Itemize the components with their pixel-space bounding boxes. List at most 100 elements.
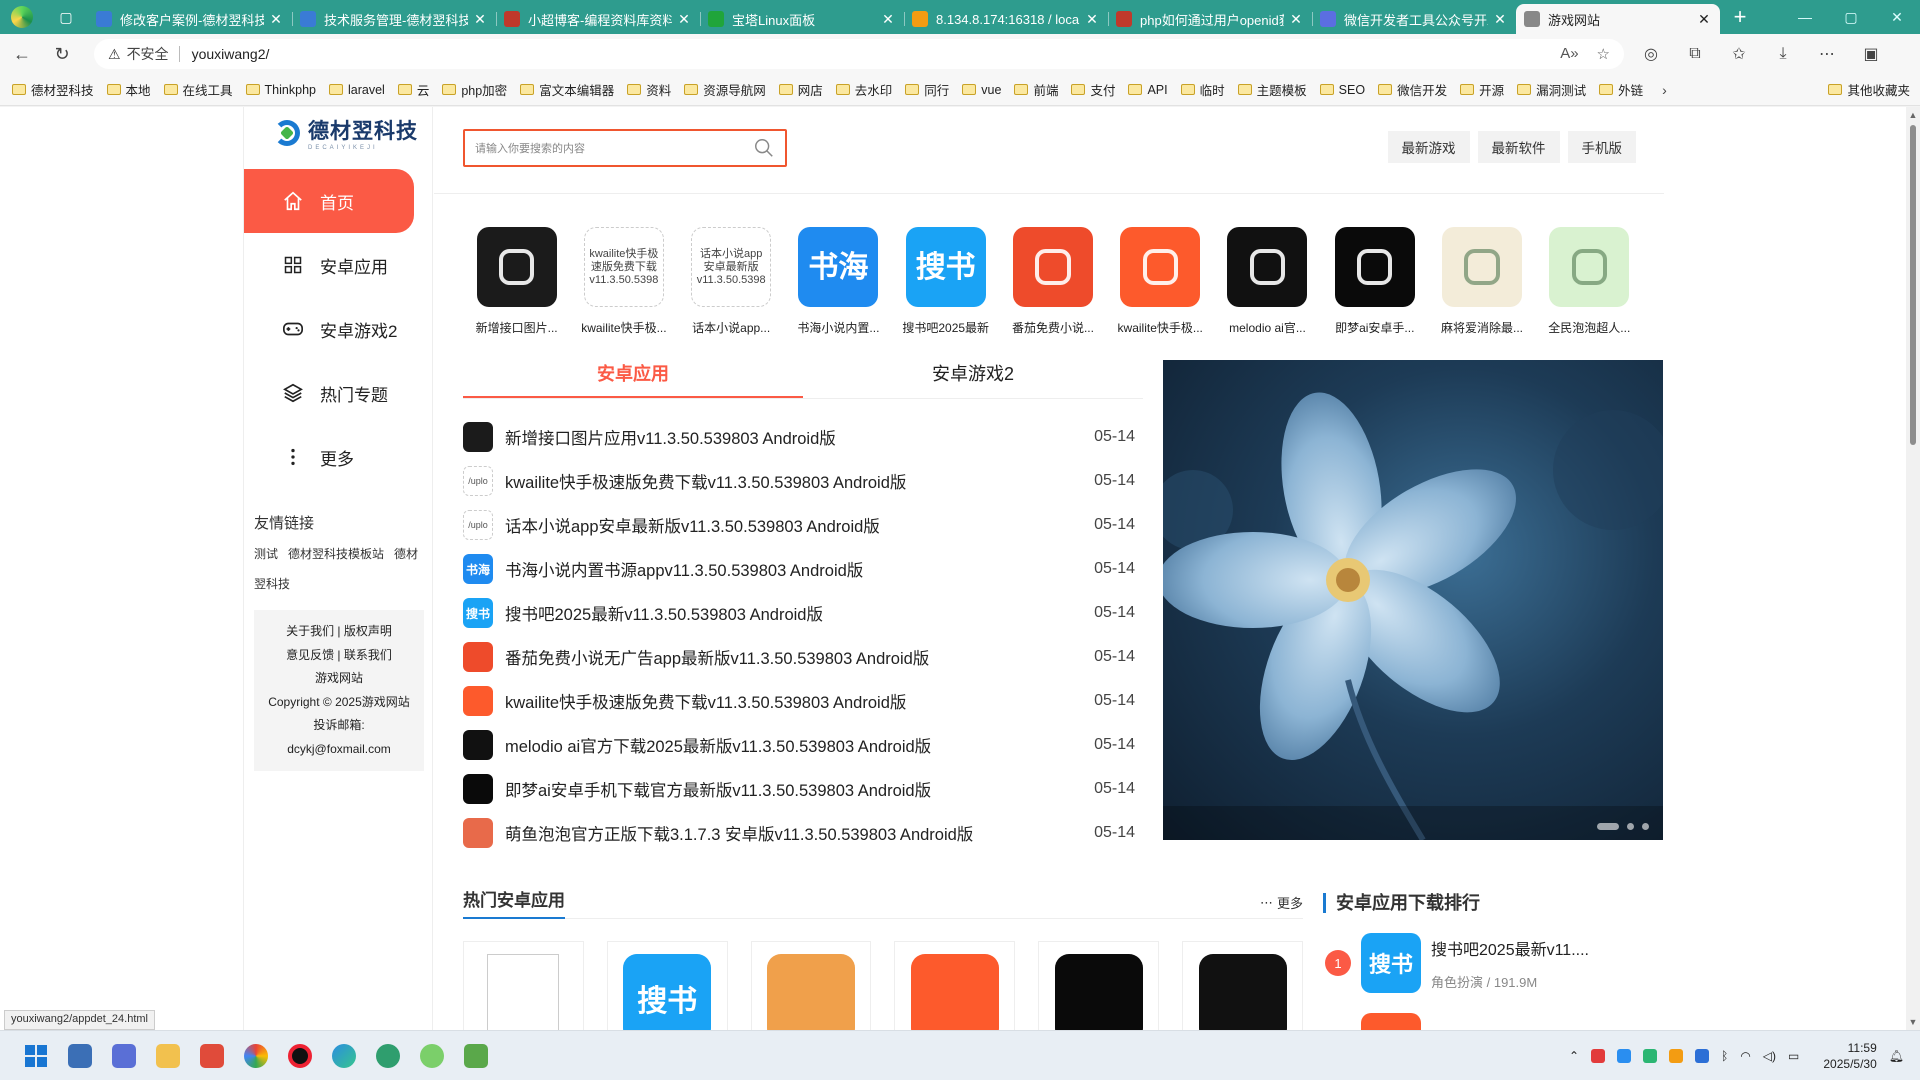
bookmark-folder[interactable]: 资源导航网 (684, 80, 766, 99)
bookmarks-overflow-icon[interactable]: › (1662, 82, 1667, 98)
featured-app[interactable]: 搜书 搜书吧2025最新 (892, 227, 999, 336)
bookmark-folder[interactable]: 本地 (106, 80, 151, 99)
bookmark-folder[interactable]: 网店 (778, 80, 823, 99)
featured-app[interactable]: 新增接口图片... (463, 227, 570, 336)
featured-app[interactable]: melodio ai官... (1214, 227, 1321, 336)
other-bookmarks[interactable]: 其他收藏夹 (1828, 80, 1910, 99)
minimize-icon[interactable]: — (1782, 0, 1828, 34)
browser-tab[interactable]: 宝塔Linux面板 ✕ (700, 4, 904, 34)
list-item[interactable]: 即梦ai安卓手机下载官方最新版v11.3.50.539803 Android版 0… (463, 767, 1143, 811)
clock[interactable]: 11:59 2025/5/30 (1823, 1040, 1876, 1072)
tray-app-icon[interactable] (1695, 1049, 1710, 1063)
back-icon[interactable]: ← (4, 38, 40, 70)
tray-app-icon[interactable] (1643, 1049, 1658, 1063)
taskbar-notepad-icon[interactable] (454, 1034, 498, 1078)
nav-item[interactable]: 安卓游戏2 (244, 297, 414, 361)
bookmark-folder[interactable]: 漏洞测试 (1517, 80, 1586, 99)
nav-item[interactable]: 热门专题 (244, 361, 414, 425)
bookmark-folder[interactable]: Thinkphp (245, 83, 316, 97)
ranking-item[interactable]: 1 搜书 搜书吧2025最新v11.... 角色扮演 / 191.9M (1323, 933, 1663, 993)
browser-tab[interactable]: 8.134.8.174:16318 / localho✕ (904, 4, 1108, 34)
battery-icon[interactable]: ▭ (1788, 1049, 1799, 1063)
list-item[interactable]: melodio ai官方下载2025最新版v11.3.50.539803 And… (463, 723, 1143, 767)
featured-app[interactable]: 麻将爱消除最... (1428, 227, 1535, 336)
tab-close-icon[interactable]: ✕ (268, 11, 284, 28)
footer-about-links[interactable]: 关于我们 | 版权声明 (260, 620, 418, 644)
featured-app[interactable]: kwailite快手极速版免费下载v11.3.50.5398 kwailite快手… (570, 227, 677, 336)
bookmark-folder[interactable]: 资料 (627, 80, 671, 99)
nav-item[interactable]: 安卓应用 (244, 233, 414, 297)
banner-slider[interactable] (1163, 360, 1663, 840)
bookmark-folder[interactable]: 云 (397, 80, 429, 99)
bookmark-folder[interactable]: 去水印 (835, 80, 892, 99)
extensions-icon[interactable]: ⧉ (1678, 39, 1712, 69)
tab-close-icon[interactable]: ✕ (676, 11, 692, 28)
bookmark-folder[interactable]: 富文本编辑器 (520, 80, 614, 99)
taskbar-edge-icon[interactable] (322, 1034, 366, 1078)
bookmark-folder[interactable]: 微信开发 (1378, 80, 1447, 99)
featured-app[interactable]: kwailite快手极... (1107, 227, 1214, 336)
friend-link[interactable]: 测试 (254, 547, 278, 561)
bookmark-folder[interactable]: 德材翌科技 (12, 80, 94, 99)
list-item[interactable]: 书海 书海小说内置书源appv11.3.50.539803 Android版 05-… (463, 547, 1143, 591)
browser-tab[interactable]: 游戏网站 ✕ (1516, 4, 1720, 34)
tray-app-icon[interactable] (1617, 1049, 1632, 1063)
new-tab-button[interactable]: + (1720, 0, 1760, 34)
downloads-icon[interactable]: ⤓ (1766, 39, 1800, 69)
featured-app[interactable]: 全民泡泡超人... (1536, 227, 1643, 336)
favorite-star-icon[interactable]: ☆ (1597, 45, 1610, 63)
taskbar-file-explorer-icon[interactable] (146, 1034, 190, 1078)
bookmark-folder[interactable]: 主题模板 (1237, 80, 1307, 99)
list-tab[interactable]: 安卓应用 (463, 353, 803, 398)
bookmark-folder[interactable]: 在线工具 (163, 80, 233, 99)
settings-more-icon[interactable]: ⋯ (1810, 39, 1844, 69)
notification-bell-icon[interactable]: 🔔︎ (1889, 1049, 1904, 1063)
featured-app[interactable]: 即梦ai安卓手... (1321, 227, 1428, 336)
hot-app-card[interactable] (1182, 941, 1303, 1030)
hot-app-card[interactable]: 搜书 (606, 941, 728, 1030)
list-item[interactable]: 搜书 搜书吧2025最新v11.3.50.539803 Android版 05-14 (463, 591, 1143, 635)
read-aloud-icon[interactable]: A» (1560, 45, 1578, 63)
browser-tab[interactable]: 技术服务管理-德材翌科技 ✕ (292, 4, 496, 34)
tab-close-icon[interactable]: ✕ (1084, 11, 1100, 28)
wifi-icon[interactable]: ◠ (1740, 1049, 1750, 1063)
top-nav-button[interactable]: 手机版 (1567, 131, 1636, 163)
tab-close-icon[interactable]: ✕ (472, 11, 488, 28)
sidebar-toggle-icon[interactable]: ▣ (1854, 39, 1888, 69)
tray-app-icon[interactable] (1591, 1049, 1606, 1063)
banner-dot-active[interactable] (1597, 823, 1619, 830)
taskbar-task-view-icon[interactable] (102, 1034, 146, 1078)
browser-tab[interactable]: php如何通过用户openid获 ✕ (1108, 4, 1312, 34)
footer-email[interactable]: dcykj@foxmail.com (260, 738, 418, 762)
browser-tab[interactable]: 小超博客-编程资料库资料 ✕ (496, 4, 700, 34)
taskbar-app-icon[interactable] (190, 1034, 234, 1078)
taskbar-record-icon[interactable] (278, 1034, 322, 1078)
bookmark-folder[interactable]: php加密 (442, 80, 507, 99)
refresh-icon[interactable]: ↻ (44, 38, 80, 70)
list-item[interactable]: /uplo kwailite快手极速版免费下载v11.3.50.539803 An… (463, 459, 1143, 503)
hot-app-card[interactable] (463, 941, 584, 1030)
page-scrollbar[interactable]: ▲ ▼ (1906, 107, 1920, 1030)
bookmark-folder[interactable]: 临时 (1180, 80, 1225, 99)
hot-app-card[interactable] (750, 941, 872, 1030)
tab-actions-icon[interactable]: ▢ (44, 0, 88, 34)
nav-item[interactable]: 更多 (244, 425, 414, 489)
browser-profile-icon[interactable] (0, 0, 44, 34)
url-field[interactable]: ⚠ 不安全 youxiwang2/ A» ☆ (94, 39, 1624, 69)
nav-item[interactable]: 首页 (244, 169, 414, 233)
hot-more-link[interactable]: ⋯ 更多 (1260, 893, 1303, 912)
browser-tab[interactable]: 微信开发者工具公众号开发 ✕ (1312, 4, 1516, 34)
bookmark-folder[interactable]: 支付 (1071, 80, 1115, 99)
top-nav-button[interactable]: 最新软件 (1477, 131, 1560, 163)
taskbar-chrome-icon[interactable] (234, 1034, 278, 1078)
bookmark-folder[interactable]: 开源 (1460, 80, 1504, 99)
friend-link[interactable]: 德材翌科技模板站 (288, 547, 384, 561)
featured-app[interactable]: 番茄免费小说... (999, 227, 1106, 336)
list-item[interactable]: 萌鱼泡泡官方正版下载3.1.7.3 安卓版v11.3.50.539803 And… (463, 811, 1143, 855)
banner-dot[interactable] (1642, 823, 1649, 830)
featured-app[interactable]: 书海 书海小说内置... (785, 227, 892, 336)
tab-close-icon[interactable]: ✕ (1492, 11, 1508, 28)
taskbar-dev-tool-icon[interactable] (366, 1034, 410, 1078)
list-item[interactable]: 番茄免费小说无广告app最新版v11.3.50.539803 Android版 0… (463, 635, 1143, 679)
scroll-down-icon[interactable]: ▼ (1908, 1017, 1918, 1027)
